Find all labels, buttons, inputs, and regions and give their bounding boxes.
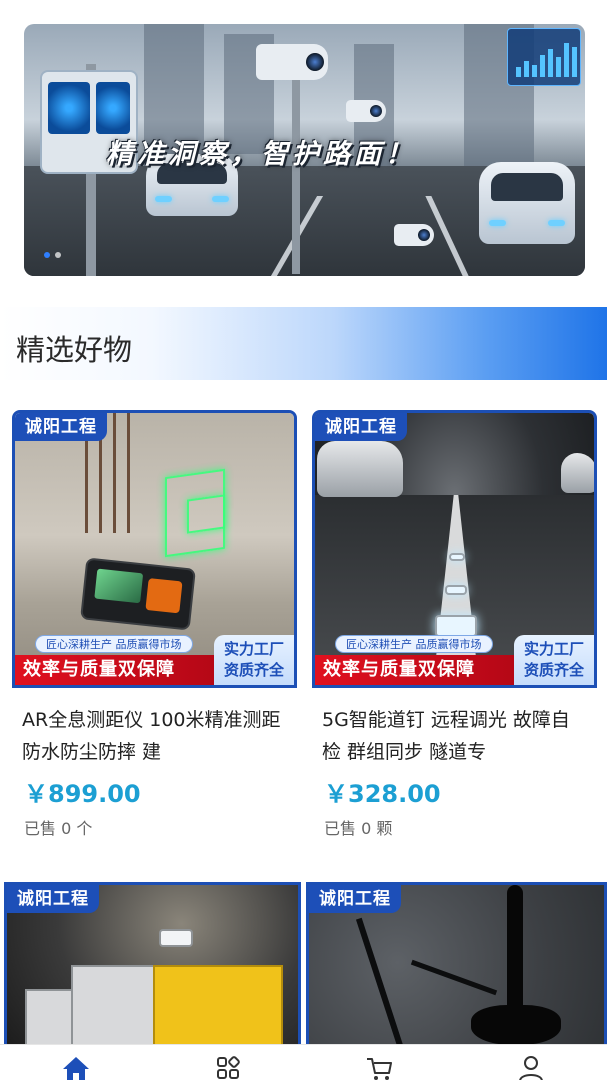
banner-slogan: 精准洞察，智护路面！	[106, 139, 416, 170]
guarantee-banner: 效率与质量双保障	[15, 655, 219, 685]
car-shape	[561, 453, 594, 493]
brand-tag: 诚阳工程	[309, 885, 401, 913]
category-icon	[216, 1056, 240, 1079]
nav-cart[interactable]	[304, 1045, 456, 1080]
home-icon	[62, 1057, 89, 1080]
rebar	[127, 413, 130, 533]
product-name[interactable]: 5G智能道钉 远程调光 故障自检 群组同步 隧道专	[322, 704, 587, 768]
factory-line: 实力工厂	[523, 640, 584, 658]
road-stud	[445, 585, 467, 595]
road-stud	[435, 615, 477, 637]
sealant-stream	[507, 885, 523, 1015]
laser-projection	[187, 494, 225, 534]
product-card[interactable]: 诚阳工程 匠心深耕生产 品质赢得市场 效率与质量双保障 实力工厂 资质齐全 AR…	[12, 410, 297, 839]
nav-category[interactable]	[152, 1045, 304, 1080]
camera-lens	[370, 105, 382, 117]
product-price: ￥328.00	[324, 780, 441, 808]
user-icon	[519, 1056, 543, 1080]
product-image[interactable]: 诚阳工程 匠心深耕生产 品质赢得市场 效率与质量双保障 实力工厂 资质齐全	[12, 410, 297, 688]
indicator-dot[interactable]	[55, 252, 61, 258]
camera-lens	[418, 229, 430, 241]
brand-tag: 诚阳工程	[15, 413, 107, 441]
section-header: 精选好物	[0, 307, 607, 380]
nav-profile[interactable]	[455, 1045, 607, 1080]
factory-line: 资质齐全	[223, 661, 284, 679]
craft-tag: 匠心深耕生产 品质赢得市场	[35, 635, 193, 653]
brand-tag: 诚阳工程	[7, 885, 99, 913]
car-light	[212, 196, 229, 203]
car-light	[548, 219, 566, 226]
surveillance-camera	[394, 224, 434, 246]
promo-strip: 匠心深耕生产 品质赢得市场 效率与质量双保障 实力工厂 资质齐全	[315, 635, 594, 685]
car-shape	[317, 441, 403, 497]
sealant-pool	[471, 1005, 561, 1045]
promo-strip: 匠心深耕生产 品质赢得市场 效率与质量双保障 实力工厂 资质齐全	[15, 635, 294, 685]
indicator-dot-active[interactable]	[44, 252, 50, 258]
nav-home[interactable]	[0, 1045, 152, 1080]
banner-carousel[interactable]: 精准洞察，智护路面！	[24, 24, 585, 276]
sold-count: 已售 0 个	[24, 819, 93, 838]
car-light	[488, 219, 506, 226]
range-finder-device	[80, 557, 196, 631]
guarantee-banner: 效率与质量双保障	[315, 655, 519, 685]
factory-line: 资质齐全	[523, 661, 584, 679]
product-price: ￥899.00	[24, 780, 141, 808]
sold-count: 已售 0 颗	[324, 819, 393, 838]
bottom-nav	[0, 1044, 607, 1080]
factory-badge: 实力工厂 资质齐全	[514, 635, 594, 685]
factory-badge: 实力工厂 资质齐全	[214, 635, 294, 685]
product-image[interactable]: 诚阳工程 匠心深耕生产 品质赢得市场 效率与质量双保障 实力工厂 资质齐全	[312, 410, 597, 688]
asphalt-crack	[355, 917, 409, 1063]
device-screen	[48, 82, 90, 134]
surveillance-camera	[346, 100, 386, 122]
car-shape	[479, 162, 575, 244]
device-screen	[96, 82, 130, 134]
device-button	[145, 578, 183, 614]
road-stud	[449, 553, 465, 561]
scanner-device	[159, 929, 193, 947]
car-window	[490, 173, 564, 202]
device-display	[94, 568, 144, 604]
asphalt-crack	[410, 959, 498, 996]
product-name[interactable]: AR全息测距仪 100米精准测距 防水防尘防摔 建	[22, 704, 287, 768]
surveillance-camera	[256, 44, 328, 80]
carousel-indicator	[44, 252, 61, 258]
product-card[interactable]: 诚阳工程 匠心深耕生产 品质赢得市场 效率与质量双保障 实力工厂 资质齐全 5G…	[312, 410, 597, 839]
shop-home-page: 精准洞察，智护路面！ 精选好物 诚阳工程 匠心深耕生产 品质赢得市场 效率与质量…	[0, 0, 607, 1080]
car-light	[155, 196, 172, 203]
cart-icon	[367, 1058, 393, 1080]
rebar	[113, 413, 116, 533]
brand-tag: 诚阳工程	[315, 413, 407, 441]
factory-line: 实力工厂	[223, 640, 284, 658]
craft-tag: 匠心深耕生产 品质赢得市场	[335, 635, 493, 653]
camera-lens	[306, 53, 324, 71]
data-panel	[507, 28, 581, 86]
section-title: 精选好物	[16, 333, 133, 367]
